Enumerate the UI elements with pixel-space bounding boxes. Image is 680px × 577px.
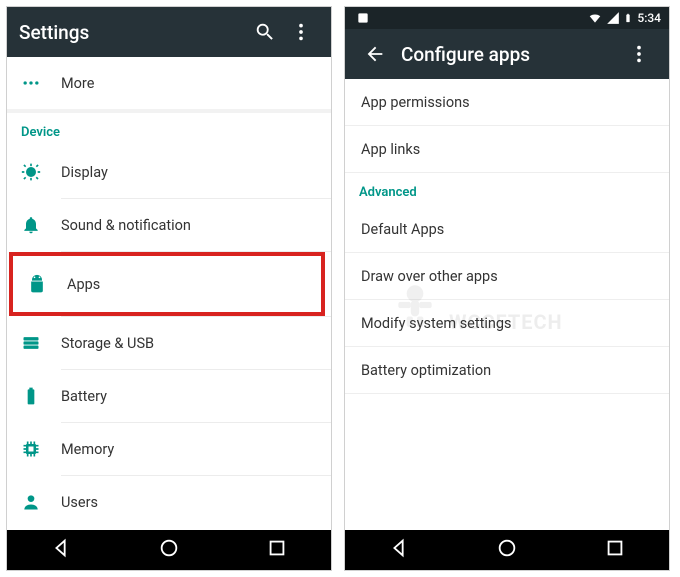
- display-icon: [21, 162, 61, 182]
- row-apps[interactable]: Apps: [13, 256, 321, 312]
- statusbar: 5:34: [345, 7, 669, 29]
- label: Default Apps: [361, 221, 444, 238]
- battery-status-icon: [623, 11, 633, 25]
- label: Draw over other apps: [361, 268, 498, 285]
- appbar-settings: Settings: [7, 7, 331, 57]
- row-display-label: Display: [61, 164, 108, 181]
- row-app-permissions[interactable]: App permissions: [345, 79, 669, 125]
- section-device: Device: [7, 113, 331, 146]
- back-arrow-icon[interactable]: [357, 36, 393, 72]
- row-battery-label: Battery: [61, 388, 107, 405]
- row-storage[interactable]: Storage & USB: [7, 317, 331, 369]
- row-display[interactable]: Display: [7, 146, 331, 198]
- storage-icon: [21, 333, 61, 353]
- row-default-apps[interactable]: Default Apps: [345, 206, 669, 252]
- label: Battery optimization: [361, 362, 491, 379]
- nav-recent-icon[interactable]: [604, 537, 626, 563]
- screenshot-icon: [356, 11, 370, 25]
- nav-home-icon[interactable]: [496, 537, 518, 563]
- row-memory[interactable]: Memory: [7, 423, 331, 475]
- row-sound-label: Sound & notification: [61, 217, 191, 234]
- overflow-menu-icon[interactable]: [283, 14, 319, 50]
- wifi-icon: [587, 11, 603, 25]
- memory-icon: [21, 439, 61, 459]
- row-more[interactable]: More: [7, 57, 331, 109]
- row-apps-label: Apps: [67, 276, 100, 293]
- apps-icon: [27, 274, 67, 294]
- configure-content: WCCFTECH App permissions App links Advan…: [345, 79, 669, 530]
- more-icon: [21, 73, 61, 93]
- appbar-title: Configure apps: [401, 43, 621, 66]
- label: App links: [361, 141, 420, 158]
- nav-home-icon[interactable]: [158, 537, 180, 563]
- battery-icon: [21, 386, 61, 406]
- settings-content: More Device Display Sound & notification: [7, 57, 331, 530]
- nav-back-icon[interactable]: [50, 537, 72, 563]
- nav-recent-icon[interactable]: [266, 537, 288, 563]
- section-advanced: Advanced: [345, 173, 669, 206]
- bell-icon: [21, 215, 61, 235]
- row-memory-label: Memory: [61, 441, 114, 458]
- row-modify-system[interactable]: Modify system settings: [345, 300, 669, 346]
- row-users-label: Users: [61, 494, 98, 511]
- nav-back-icon[interactable]: [388, 537, 410, 563]
- row-app-links[interactable]: App links: [345, 126, 669, 172]
- status-time: 5:34: [637, 11, 661, 25]
- row-storage-label: Storage & USB: [61, 335, 154, 352]
- row-more-label: More: [61, 75, 94, 92]
- apps-highlight: Apps: [9, 252, 325, 316]
- appbar-configure: Configure apps: [345, 29, 669, 79]
- row-sound[interactable]: Sound & notification: [7, 199, 331, 251]
- row-users[interactable]: Users: [7, 476, 331, 528]
- label: Modify system settings: [361, 315, 512, 332]
- user-icon: [21, 492, 61, 512]
- overflow-menu-icon[interactable]: [621, 36, 657, 72]
- signal-icon: [606, 11, 620, 25]
- divider: [345, 393, 669, 394]
- row-battery[interactable]: Battery: [7, 370, 331, 422]
- configure-apps-screen: 5:34 Configure apps WCCFTECH App permiss…: [344, 6, 670, 571]
- label: App permissions: [361, 94, 470, 111]
- navbar: [7, 530, 331, 570]
- search-icon[interactable]: [247, 14, 283, 50]
- row-draw-over[interactable]: Draw over other apps: [345, 253, 669, 299]
- navbar: [345, 530, 669, 570]
- settings-screen: Settings More Device Display: [6, 6, 332, 571]
- appbar-title: Settings: [19, 21, 247, 44]
- row-battery-optimization[interactable]: Battery optimization: [345, 347, 669, 393]
